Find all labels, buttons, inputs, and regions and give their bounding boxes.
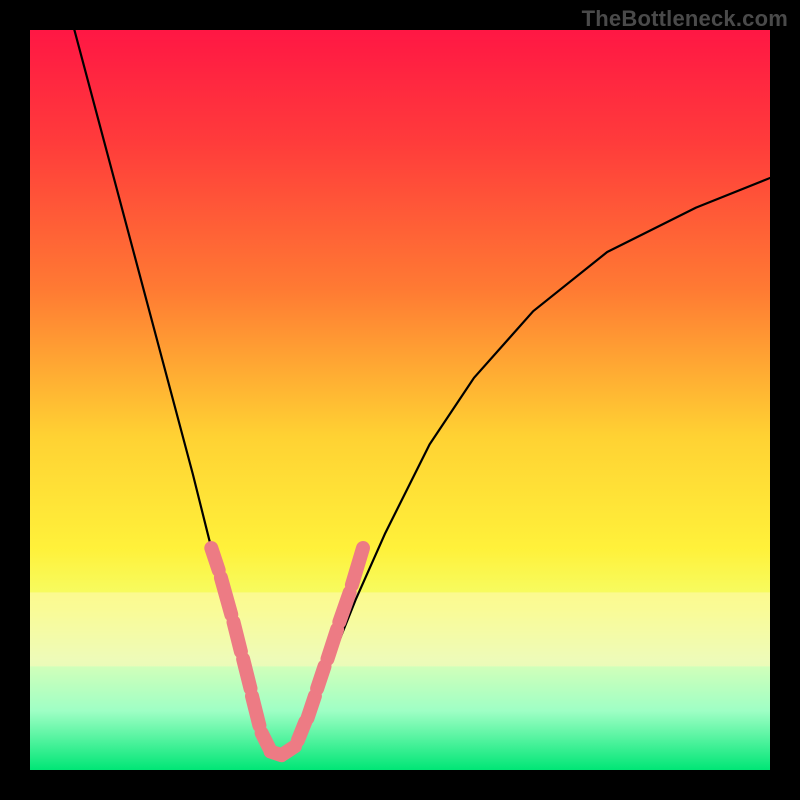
chart-canvas (30, 30, 770, 770)
watermark-text: TheBottleneck.com (582, 6, 788, 32)
plot-area (30, 30, 770, 770)
chart-frame: TheBottleneck.com (0, 0, 800, 800)
